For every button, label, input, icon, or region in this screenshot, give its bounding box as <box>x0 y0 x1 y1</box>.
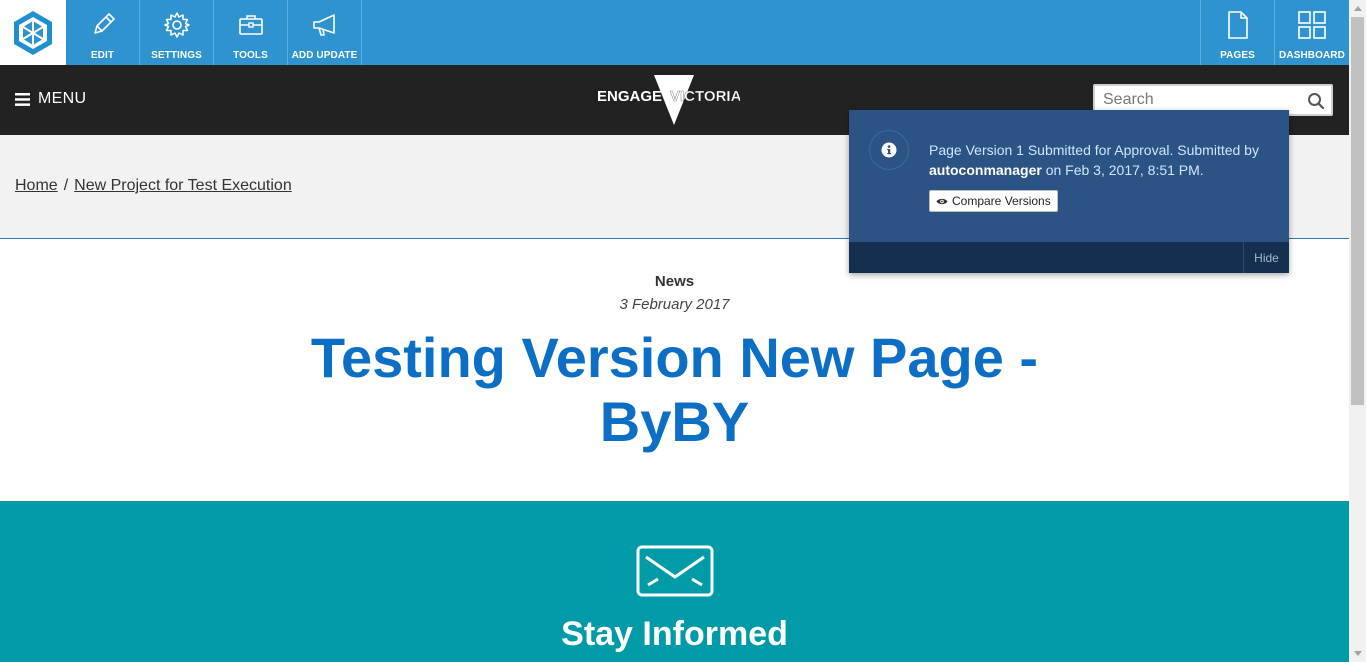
add-update-label: ADD UPDATE <box>291 50 358 61</box>
stay-informed-section: Stay Informed <box>0 501 1349 662</box>
hide-button[interactable]: Hide <box>1243 242 1289 273</box>
tools-label: TOOLS <box>233 50 268 61</box>
settings-button[interactable]: SETTINGS <box>140 0 214 65</box>
edit-button[interactable]: EDIT <box>66 0 140 65</box>
pencil-icon <box>93 13 115 34</box>
pages-button[interactable]: PAGES <box>1200 0 1275 65</box>
logo-text-victoria: VICTORIA <box>670 88 740 105</box>
logo-text-engage: ENGAGE <box>597 88 662 105</box>
admin-logo[interactable] <box>0 0 66 65</box>
dashboard-label: DASHBOARD <box>1279 50 1345 61</box>
envelope-icon <box>636 545 714 597</box>
notification-message: Page Version 1 Submitted for Approval. S… <box>929 140 1269 180</box>
grid-icon <box>1298 11 1326 39</box>
compare-versions-button[interactable]: Compare Versions <box>929 190 1058 212</box>
engagement-hq-hexagon-logo-icon <box>14 10 52 55</box>
notification-text-before: Page Version 1 Submitted for Approval. S… <box>929 142 1259 158</box>
article-date: 3 February 2017 <box>619 296 730 313</box>
breadcrumb-separator: / <box>63 177 69 194</box>
triangle-up-icon <box>1353 6 1362 11</box>
menu-label: MENU <box>38 90 87 107</box>
stay-informed-title: Stay Informed <box>561 615 788 653</box>
eye-icon <box>936 198 948 204</box>
page-icon <box>1227 11 1248 39</box>
notification-text-after: on Feb 3, 2017, 8:51 PM. <box>1041 162 1204 178</box>
triangle-down-icon <box>1353 651 1362 656</box>
settings-label: SETTINGS <box>151 50 202 61</box>
search-input[interactable] <box>1103 89 1303 111</box>
scroll-up-arrow[interactable] <box>1349 0 1366 17</box>
breadcrumb-project[interactable]: New Project for Test Execution <box>74 177 292 195</box>
notification-user: autoconmanager <box>929 162 1042 178</box>
pages-label: PAGES <box>1220 50 1255 61</box>
hamburger-icon <box>15 92 30 106</box>
breadcrumb: Home / New Project for Test Execution <box>15 177 292 195</box>
info-icon <box>881 142 897 158</box>
notification-body: Page Version 1 Submitted for Approval. S… <box>849 110 1289 242</box>
search-icon[interactable] <box>1307 92 1325 110</box>
admin-toolbar: EDIT SETTINGS TOOLS ADD UPDATE PAGES DAS… <box>0 0 1349 65</box>
scrollbar[interactable] <box>1349 0 1366 662</box>
gear-icon <box>163 12 190 38</box>
article-type: News <box>654 273 695 290</box>
info-badge <box>869 130 909 170</box>
version-notification: Page Version 1 Submitted for Approval. S… <box>849 110 1289 273</box>
toolbox-icon <box>238 15 263 35</box>
breadcrumb-home[interactable]: Home <box>15 177 58 195</box>
engage-victoria-logo[interactable]: ENGAGE VICTORIA <box>590 73 742 127</box>
dashboard-button[interactable]: DASHBOARD <box>1275 0 1349 65</box>
add-update-button[interactable]: ADD UPDATE <box>288 0 362 65</box>
megaphone-icon <box>312 14 335 36</box>
scroll-thumb[interactable] <box>1351 17 1364 405</box>
compare-versions-label: Compare Versions <box>952 194 1051 208</box>
notification-footer: Hide <box>849 242 1289 273</box>
tools-button[interactable]: TOOLS <box>214 0 288 65</box>
menu-button[interactable]: MENU <box>15 90 86 108</box>
edit-label: EDIT <box>90 50 115 61</box>
scroll-down-arrow[interactable] <box>1349 645 1366 662</box>
page-title: Testing Version New Page - ByBY <box>310 326 1039 453</box>
